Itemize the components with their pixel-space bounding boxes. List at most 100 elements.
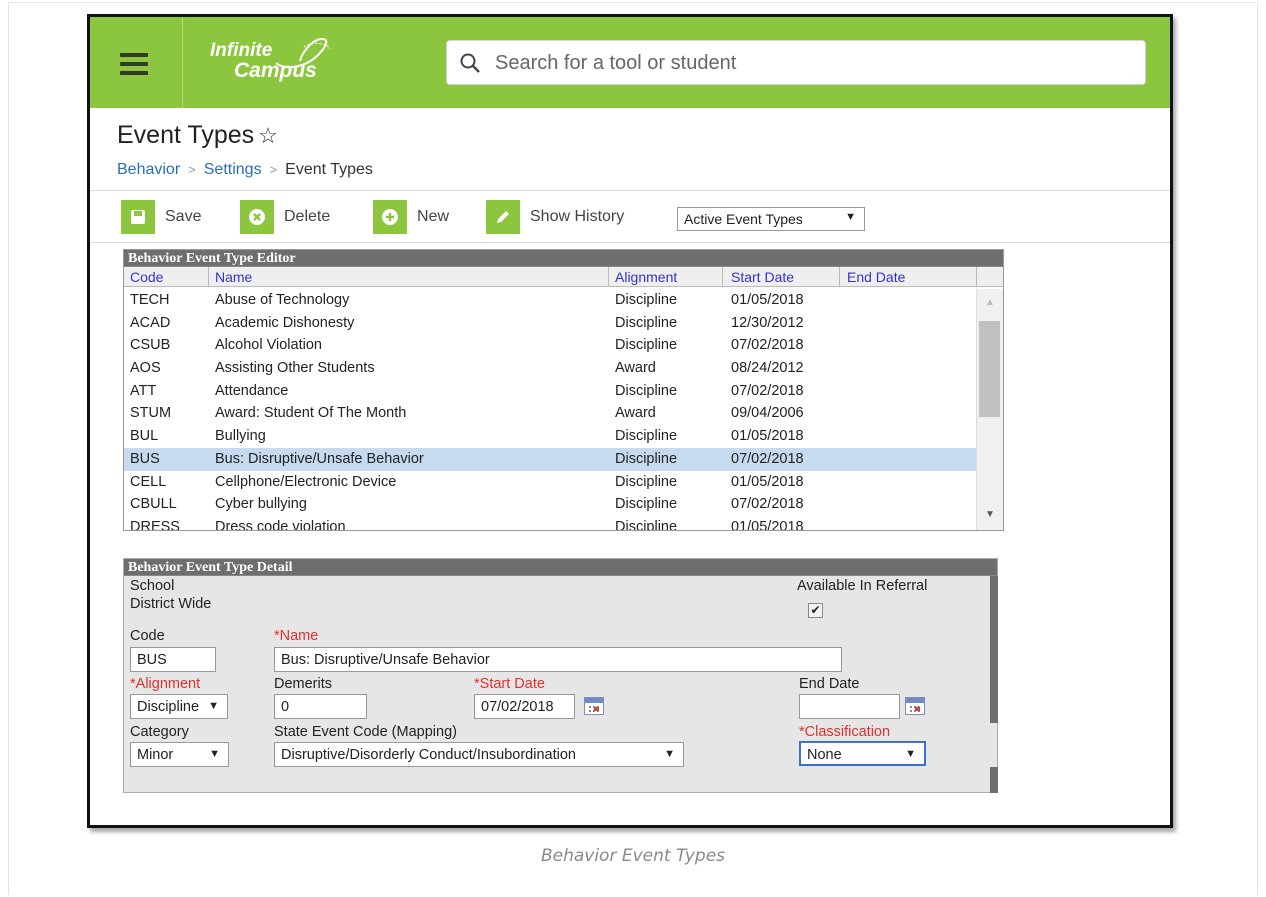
show-history-button[interactable]: Show History: [486, 199, 624, 235]
cell-alignment: Award: [615, 360, 656, 377]
available-in-referral-checkbox[interactable]: ✔: [808, 603, 823, 618]
end-date-field[interactable]: [799, 694, 900, 719]
code-label: Code: [130, 628, 165, 644]
detail-edge-bar: [990, 767, 998, 793]
cell-code: DRESS: [130, 518, 180, 531]
cell-code: ATT: [130, 382, 157, 399]
scroll-up-icon[interactable]: ▲: [985, 297, 995, 308]
scrollbar-thumb[interactable]: [979, 321, 1000, 417]
cell-start: 08/24/2012: [731, 360, 804, 377]
save-label: Save: [165, 208, 202, 225]
cell-alignment: Discipline: [615, 518, 678, 531]
menu-icon[interactable]: [120, 53, 148, 75]
cell-start: 07/02/2018: [731, 382, 804, 399]
cell-code: STUM: [130, 405, 172, 422]
demerits-field[interactable]: 0: [274, 694, 367, 719]
cell-name: Cellphone/Electronic Device: [215, 473, 397, 490]
search-box[interactable]: [446, 40, 1146, 85]
classification-label: *Classification: [799, 724, 891, 740]
cell-name: Assisting Other Students: [215, 360, 375, 377]
breadcrumb: Behavior > Settings > Event Types: [117, 161, 373, 179]
table-row[interactable]: AOS Assisting Other Students Award 08/24/20…: [124, 357, 976, 380]
scroll-down-icon[interactable]: ▼: [985, 509, 995, 520]
delete-button[interactable]: Delete: [240, 199, 330, 235]
calendar-icon[interactable]: [905, 697, 925, 715]
cell-alignment: Discipline: [615, 428, 678, 445]
app-screenshot: Infinite Campus Event Types ☆ Behavior > Se…: [87, 14, 1173, 828]
demerits-label: Demerits: [274, 676, 333, 692]
column-header-code[interactable]: Code: [130, 269, 163, 285]
end-date-label: End Date: [799, 676, 860, 692]
editor-header-row: Code Name Alignment Start Date End Date: [124, 267, 1003, 287]
cell-code: AOS: [130, 360, 161, 377]
editor-title: Behavior Event Type Editor: [124, 250, 1003, 267]
chevron-right-icon: >: [269, 162, 278, 177]
column-header-name[interactable]: Name: [215, 269, 252, 285]
school-value: District Wide: [130, 596, 212, 612]
infinite-campus-logo[interactable]: Infinite Campus: [210, 37, 331, 81]
breadcrumb-settings[interactable]: Settings: [204, 161, 262, 178]
start-date-field[interactable]: 07/02/2018: [474, 694, 575, 719]
cell-name: Alcohol Violation: [215, 337, 322, 354]
event-type-filter-select[interactable]: Active Event Types ▼: [677, 207, 865, 231]
favorite-star-icon[interactable]: ☆: [258, 123, 278, 148]
table-row[interactable]: ATT Attendance Discipline 07/02/2018: [124, 380, 976, 403]
cell-code: CELL: [130, 473, 167, 490]
column-divider: [208, 267, 209, 287]
column-header-alignment[interactable]: Alignment: [615, 269, 677, 285]
school-label: School: [130, 578, 175, 594]
table-row[interactable]: TECH Abuse of Technology Discipline 01/05/2…: [124, 289, 976, 312]
cell-start: 01/05/2018: [731, 473, 804, 490]
alignment-value: Discipline: [137, 699, 200, 715]
cell-code: TECH: [130, 292, 170, 308]
category-value: Minor: [137, 747, 174, 763]
cell-start: 01/05/2018: [731, 428, 804, 445]
table-row[interactable]: BUS Bus: Disruptive/Unsafe Behavior Discip…: [124, 447, 976, 471]
alignment-select[interactable]: Discipline ▼: [130, 694, 228, 719]
table-row[interactable]: STUM Award: Student Of The Month Award 09/0…: [124, 402, 976, 425]
dropdown-arrow-icon: ▼: [845, 211, 856, 223]
calendar-icon[interactable]: [584, 697, 604, 715]
cell-start: 07/02/2018: [731, 337, 804, 354]
dropdown-arrow-icon: ▼: [208, 700, 219, 712]
code-field[interactable]: BUS: [130, 647, 216, 672]
cell-alignment: Discipline: [615, 314, 678, 331]
save-icon: [121, 200, 155, 234]
classification-select[interactable]: None ▼: [799, 741, 926, 766]
editor-scrollbar[interactable]: ▲ ▼: [976, 289, 1003, 530]
state-event-code-select[interactable]: Disruptive/Disorderly Conduct/Insubordin…: [274, 742, 684, 767]
name-field[interactable]: Bus: Disruptive/Unsafe Behavior: [274, 647, 842, 672]
divider: [90, 242, 1170, 243]
breadcrumb-current: Event Types: [285, 161, 373, 178]
table-row[interactable]: CBULL Cyber bullying Discipline 07/02/2018: [124, 493, 976, 516]
logo-swoosh-icon: [275, 37, 331, 69]
cell-code: ACAD: [130, 314, 171, 331]
table-row[interactable]: CELL Cellphone/Electronic Device Disciplin…: [124, 471, 976, 494]
divider: [90, 190, 1170, 191]
event-type-detail: Behavior Event Type Detail School Distri…: [123, 558, 998, 793]
breadcrumb-behavior[interactable]: Behavior: [117, 161, 180, 178]
editor-rows: TECH Abuse of Technology Discipline 01/05/2…: [124, 289, 976, 531]
column-header-start-date[interactable]: Start Date: [731, 269, 794, 285]
available-in-referral-label: Available In Referral: [797, 578, 928, 594]
cell-start: 07/02/2018: [731, 450, 804, 467]
table-row[interactable]: BUL Bullying Discipline 01/05/2018: [124, 425, 976, 448]
cell-alignment: Discipline: [615, 450, 678, 467]
table-row[interactable]: DRESS Dress code violation Discipline 01/05…: [124, 516, 976, 531]
column-header-end-date[interactable]: End Date: [847, 269, 905, 285]
alignment-label: *Alignment: [130, 676, 201, 692]
table-row[interactable]: CSUB Alcohol Violation Discipline 07/02/201…: [124, 334, 976, 357]
cell-name: Attendance: [215, 382, 289, 399]
cell-name: Academic Dishonesty: [215, 314, 355, 331]
detail-edge-bar: [990, 576, 998, 723]
cell-alignment: Discipline: [615, 496, 678, 513]
dropdown-arrow-icon: ▼: [664, 748, 675, 760]
save-button[interactable]: Save: [121, 199, 201, 235]
table-row[interactable]: ACAD Academic Dishonesty Discipline 12/30/2…: [124, 312, 976, 335]
category-select[interactable]: Minor ▼: [130, 742, 229, 767]
search-input[interactable]: [495, 49, 1095, 77]
new-button[interactable]: New: [373, 199, 449, 235]
column-divider: [976, 267, 977, 287]
new-label: New: [417, 208, 450, 225]
cell-alignment: Discipline: [615, 337, 678, 354]
